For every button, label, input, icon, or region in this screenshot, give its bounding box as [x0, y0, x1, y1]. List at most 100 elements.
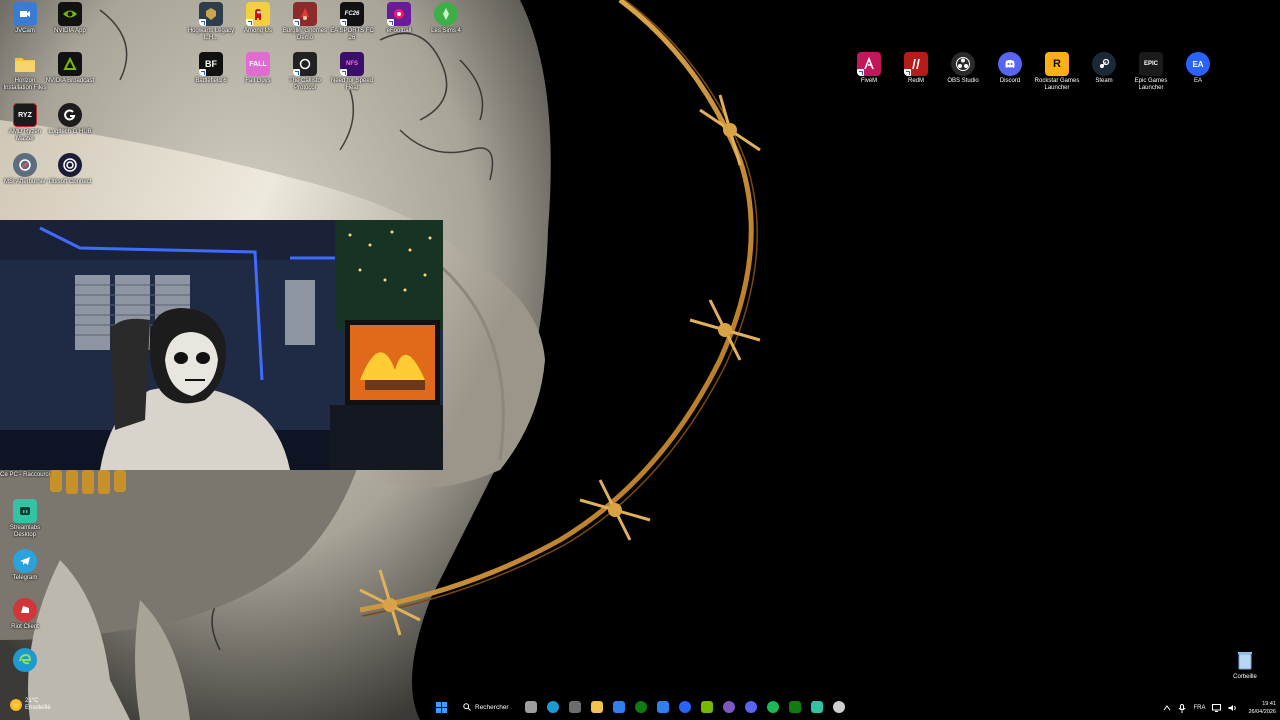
desktop-icon-epic-games[interactable]: EPIC Epic Games Launcher	[1126, 52, 1176, 92]
desktop-icon-edge[interactable]	[0, 648, 50, 674]
webcam-preview[interactable]	[0, 220, 443, 470]
microphone-icon[interactable]	[1178, 703, 1186, 713]
epic-icon: EPIC	[1139, 52, 1163, 76]
desktop-icon-this-pc[interactable]: Ce PC - Raccourci	[0, 472, 50, 479]
desktop-icon-label: eFootball	[386, 28, 412, 34]
desktop-icon-label: Epic Games Launcher	[1134, 78, 1168, 91]
desktop-icon-logitech[interactable]: Logitech G HUB	[45, 103, 95, 136]
desktop-icon-label: Ce PC - Raccourci	[0, 472, 50, 478]
desktop-icon-jvcam[interactable]: JVCam	[0, 2, 50, 35]
clock[interactable]: 19:41 26/04/2026	[1248, 700, 1276, 716]
desktop-icon-obs[interactable]: OBS Studio	[938, 52, 988, 85]
chevron-up-icon[interactable]	[1163, 704, 1171, 712]
desktop-icon-label: Fall Guys	[245, 78, 271, 84]
desktop-icon-horizon-files[interactable]: Horizon Installation Files	[0, 52, 50, 92]
chatgpt-icon	[832, 701, 845, 713]
ea-icon	[678, 701, 691, 713]
taskbar-center: Rechercher	[433, 698, 847, 716]
desktop-icon-label: Horizon Installation Files	[3, 78, 47, 91]
desktop-icon-label: Streamlabs Desktop	[9, 525, 41, 538]
desktop-icon-label: RedM	[907, 78, 924, 84]
file-explorer-icon	[590, 701, 603, 713]
mail-icon	[656, 701, 669, 713]
taskbar-app-discord[interactable]	[743, 699, 759, 715]
desktop-icon-burglin-gnomes[interactable]: Burglin' Gnomes Demo	[280, 2, 330, 42]
desktop-icon-fall-guys[interactable]: FALL Fall Guys	[233, 52, 283, 85]
obs-icon	[722, 701, 735, 713]
desktop-icon-label: Among Us	[243, 28, 272, 34]
desktop-icon-label: FiveM	[860, 78, 878, 84]
language-indicator[interactable]: FRA	[1193, 705, 1205, 711]
desktop-icon-hogwarts[interactable]: Hogwarts Legacy L.H...	[186, 2, 236, 42]
desktop-icon-nvidia-broadcast[interactable]: NVIDIA Broadcast	[45, 52, 95, 85]
riot-icon	[13, 598, 37, 622]
streamlabs-icon	[13, 499, 37, 523]
desktop-icon-battlefield6[interactable]: BF Battlefield 6	[186, 52, 236, 85]
desktop-icon-label: Hogwarts Legacy L.H...	[187, 28, 235, 41]
desktop-icon-fivem[interactable]: FiveM	[844, 52, 894, 85]
logitech-icon	[58, 103, 82, 127]
amd-ryzen-icon: RYZ	[13, 103, 37, 127]
camera-app-icon	[13, 2, 37, 26]
weather-widget[interactable]: 21°C Ensoleillé	[10, 698, 51, 712]
calendar-icon	[612, 701, 625, 713]
desktop-icon-discord[interactable]: Discord	[985, 52, 1035, 85]
windows-icon	[435, 701, 447, 713]
desktop-icon-amd-ryzen[interactable]: RYZ AMD Ryzen Master	[0, 103, 50, 143]
taskbar-app-nvidia[interactable]	[699, 699, 715, 715]
taskbar-app-file-explorer[interactable]	[589, 699, 605, 715]
taskbar-app-calendar[interactable]	[611, 699, 627, 715]
battlefield-icon: BF	[199, 52, 223, 76]
start-button[interactable]	[433, 699, 449, 715]
desktop-icon-riot-client[interactable]: Riot Client	[0, 598, 50, 631]
weather-condition: Ensoleillé	[25, 705, 51, 711]
desktop-icon-streamlabs[interactable]: Streamlabs Desktop	[0, 499, 50, 539]
taskbar-app-chatgpt[interactable]	[831, 699, 847, 715]
desktop-icon-telegram[interactable]: Telegram	[0, 549, 50, 582]
burglin-gnomes-icon	[293, 2, 317, 26]
desktop-icon-label: OBS Studio	[947, 78, 979, 84]
desktop-icon-label: Les Sims 4	[431, 28, 461, 34]
taskbar-app-xbox[interactable]	[633, 699, 649, 715]
taskbar-app-spotify[interactable]	[765, 699, 781, 715]
xbox-app-icon	[788, 701, 801, 713]
taskbar-app-task-view[interactable]	[523, 699, 539, 715]
desktop-icon-label: Logitech G HUB	[48, 129, 92, 135]
taskbar: 21°C Ensoleillé Rechercher FRA 19:41 26/…	[0, 696, 1280, 720]
desktop-icon-ea[interactable]: EA EA	[1173, 52, 1223, 85]
desktop-icon-recycle-bin[interactable]: Corbeille	[1220, 648, 1270, 681]
fc26-icon: FC26	[340, 2, 364, 26]
desktop-icon-label: NVIDIA Broadcast	[45, 78, 95, 84]
among-us-icon	[246, 2, 270, 26]
volume-icon[interactable]	[1228, 704, 1237, 712]
network-icon[interactable]	[1212, 704, 1222, 712]
nvidia-broadcast-icon	[58, 52, 82, 76]
taskbar-app-streamlabs[interactable]	[809, 699, 825, 715]
taskbar-app-edge[interactable]	[545, 699, 561, 715]
desktop-icon-rockstar[interactable]: R Rockstar Games Launcher	[1032, 52, 1082, 92]
taskbar-app-mail[interactable]	[655, 699, 671, 715]
desktop-icon-label: Riot Client	[11, 624, 39, 630]
desktop-icon-ubisoft-connect[interactable]: Ubisoft Connect	[45, 153, 95, 186]
desktop-icon-steam[interactable]: Steam	[1079, 52, 1129, 85]
taskbar-app-xbox-app[interactable]	[787, 699, 803, 715]
desktop-icon-fc26[interactable]: FC26 EA SPORTS FC 26	[327, 2, 377, 42]
search-box[interactable]: Rechercher	[457, 698, 515, 716]
desktop-icon-among-us[interactable]: Among Us	[233, 2, 283, 35]
desktop-icon-efootball[interactable]: eFootball	[374, 2, 424, 35]
taskbar-app-ea[interactable]	[677, 699, 693, 715]
edge-icon	[546, 701, 559, 713]
weather-temp: 21°C	[25, 698, 39, 704]
desktop-icon-sims4[interactable]: Les Sims 4	[421, 2, 471, 35]
desktop-icon-redm[interactable]: RedM	[891, 52, 941, 85]
desktop-icon-nfs-heat[interactable]: NFS Need for Speed Heat	[327, 52, 377, 92]
sims-icon	[434, 2, 458, 26]
desktop-icon-msi-afterburner[interactable]: MSI Afterburner	[0, 153, 50, 186]
edge-icon	[13, 648, 37, 672]
desktop-icon-callisto[interactable]: The Callisto Protocol	[280, 52, 330, 92]
desktop-icon-nvidia-app[interactable]: NVIDIA App	[45, 2, 95, 35]
taskbar-app-obs[interactable]	[721, 699, 737, 715]
discord-icon	[998, 52, 1022, 76]
taskbar-app-copilot[interactable]	[567, 699, 583, 715]
ea-icon: EA	[1186, 52, 1210, 76]
